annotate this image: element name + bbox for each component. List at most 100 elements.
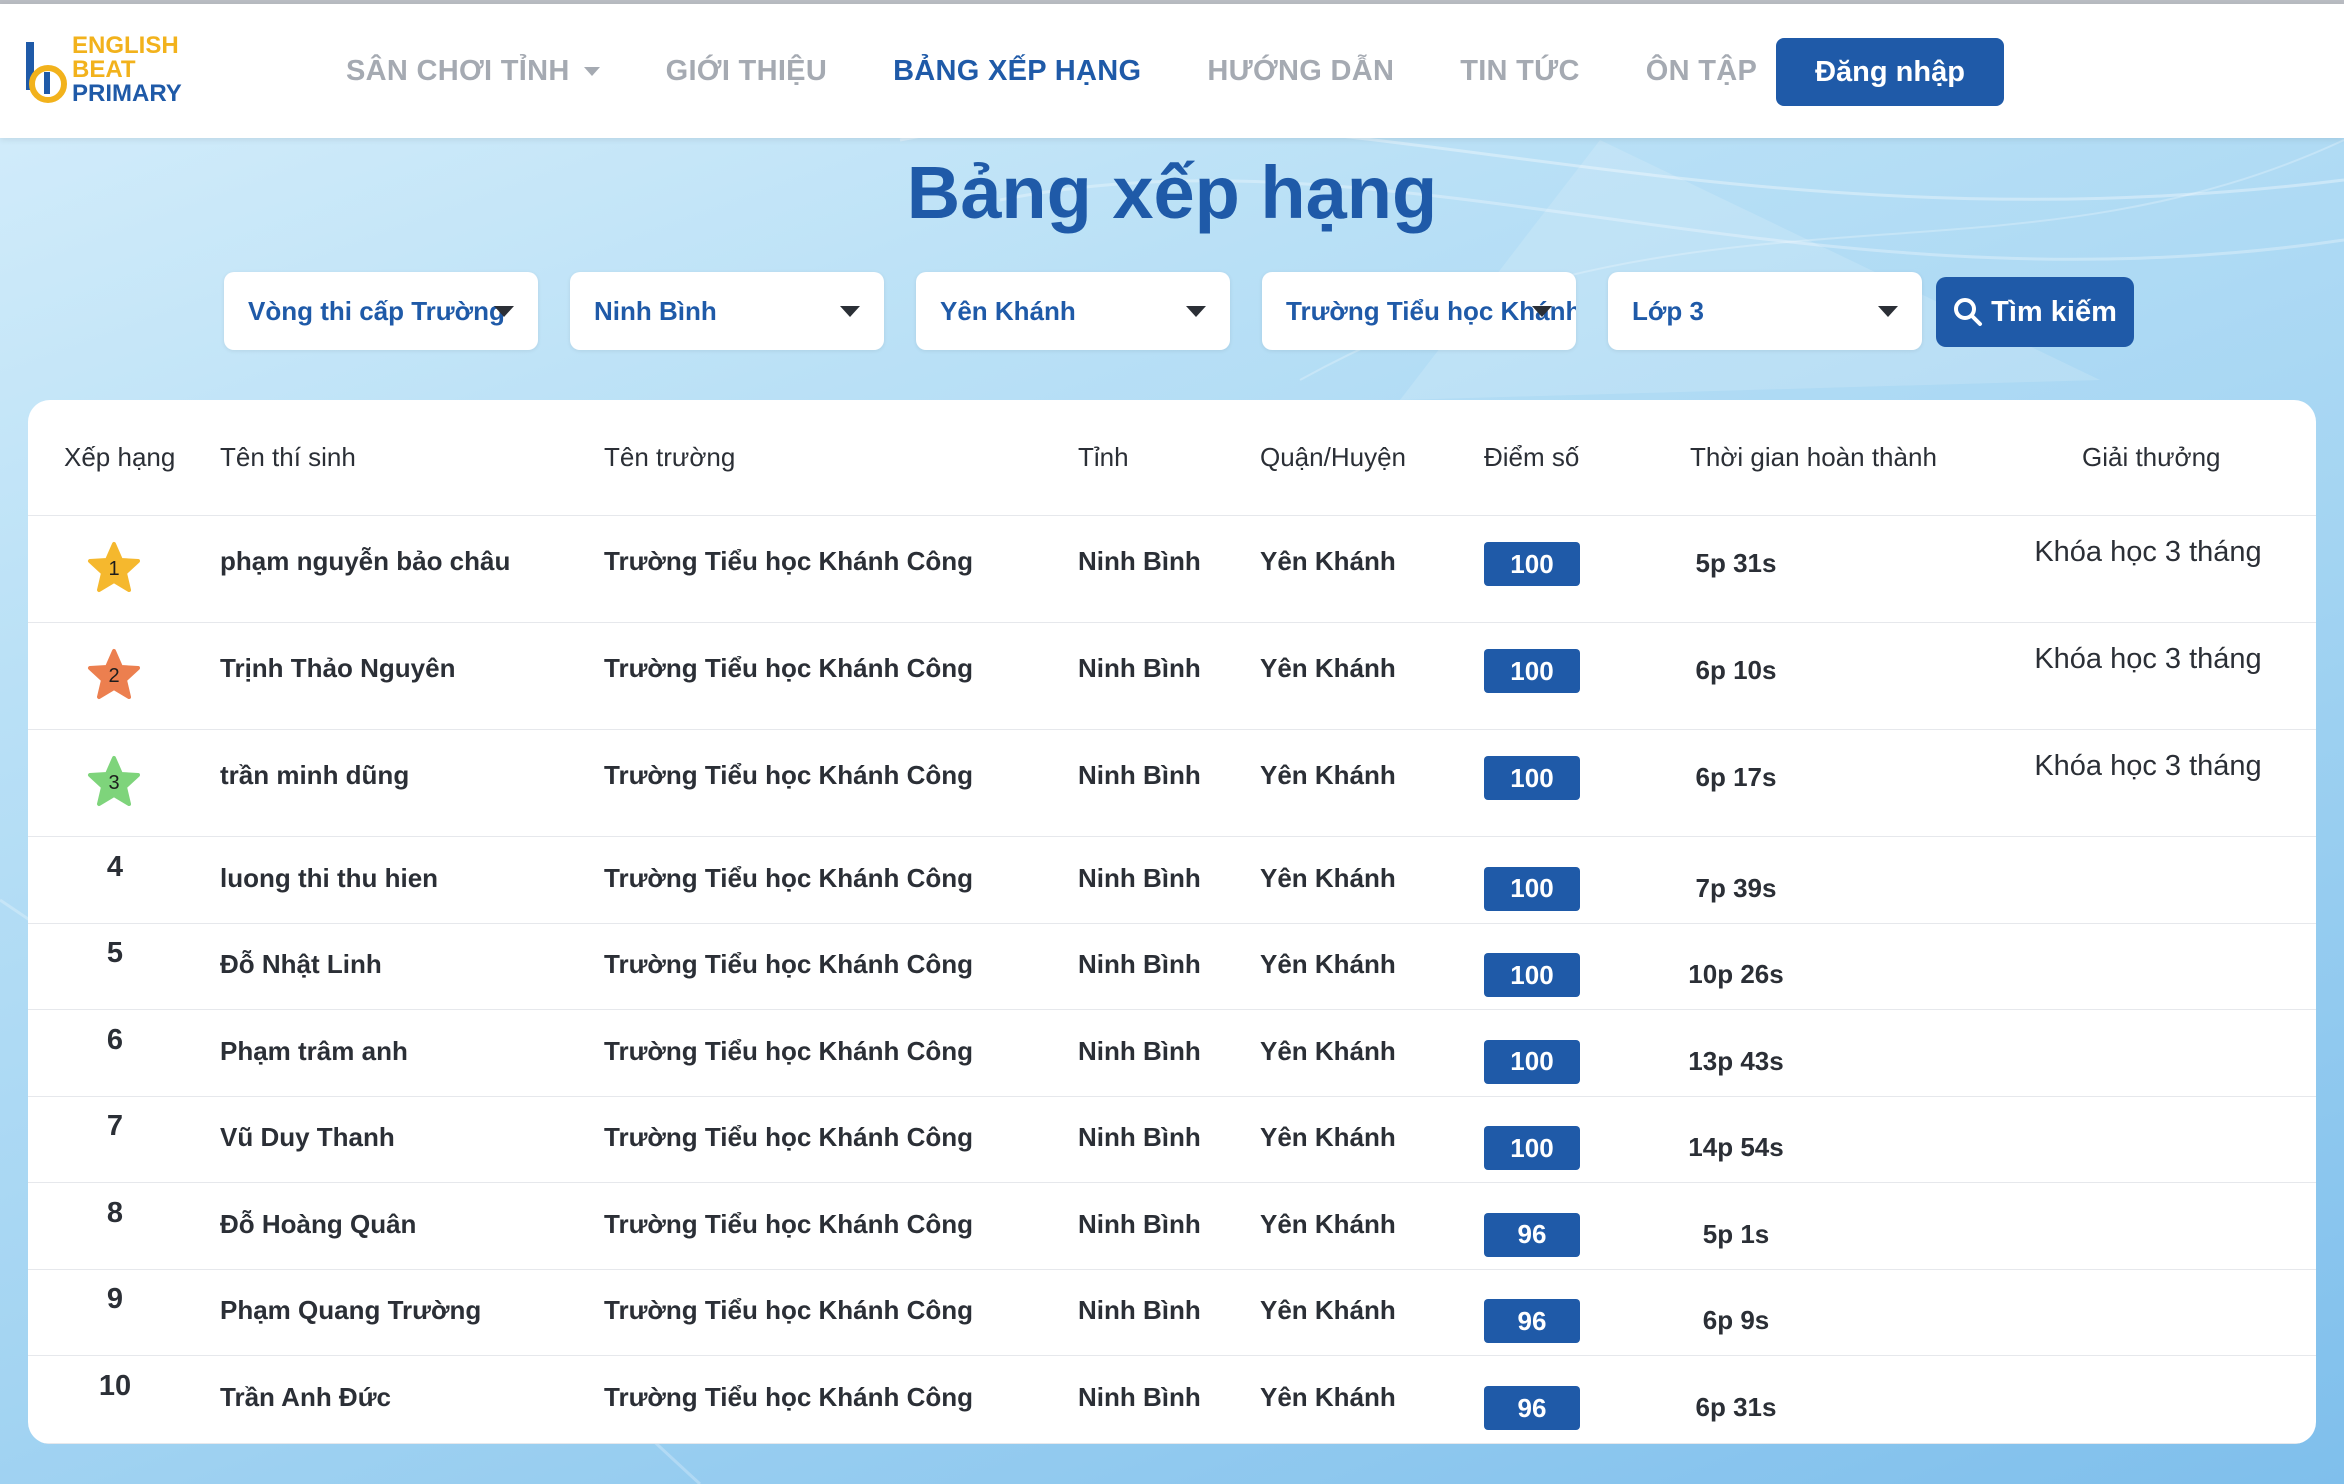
score-badge: 100	[1484, 1126, 1580, 1170]
rank-number: 10	[98, 1370, 132, 1402]
chevron-down-icon	[1532, 306, 1552, 317]
province-name: Ninh Bình	[1078, 1382, 1201, 1412]
header-score: Điểm số	[1484, 442, 1580, 472]
district-name: Yên Khánh	[1260, 1208, 1396, 1239]
district-name: Yên Khánh	[1260, 653, 1396, 683]
nav-item-label: SÂN CHƠI TỈNH	[346, 54, 570, 87]
nav-item-huong-dan[interactable]: HƯỚNG DẪN	[1207, 55, 1394, 88]
table-header: Xếp hạng Tên thí sinh Tên trường Tỉnh Qu…	[28, 400, 2316, 516]
district-name: Yên Khánh	[1260, 1295, 1396, 1325]
nav-item-on-tap[interactable]: ÔN TẬP	[1646, 55, 1757, 88]
district-name: Yên Khánh	[1260, 862, 1396, 893]
district-name: Yên Khánh	[1260, 546, 1396, 576]
district-name: Yên Khánh	[1260, 1122, 1396, 1152]
logo-text: ENGLISH BEAT PRIMARY	[72, 34, 182, 106]
contestant-name: Trịnh Thảo Nguyên	[220, 653, 456, 683]
score-badge: 96	[1484, 1386, 1580, 1430]
table-row: 7 Vũ Duy Thanh Trường Tiểu học Khánh Công N…	[28, 1097, 2316, 1183]
district-select[interactable]: Yên Khánh	[916, 272, 1230, 350]
rank-star: 1	[86, 540, 142, 596]
table-row: 10 Trần Anh Đức Trường Tiểu học Khánh Công…	[28, 1356, 2316, 1444]
grade-select[interactable]: Lớp 3	[1608, 272, 1922, 350]
score-badge: 100	[1484, 953, 1580, 997]
district-name: Yên Khánh	[1260, 1382, 1396, 1412]
nav-item-tin-tuc[interactable]: TIN TỨC	[1460, 55, 1580, 88]
search-icon	[1954, 298, 1983, 326]
header-rank: Xếp hạng	[64, 442, 176, 472]
contestant-name: luong thi thu hien	[220, 862, 439, 893]
school-name: Trường Tiểu học Khánh Công	[604, 862, 974, 893]
completion-time: 5p 1s	[1702, 1218, 1770, 1249]
header-prize: Giải thưởng	[2082, 442, 2221, 472]
nav-item-bang-xep-hang[interactable]: BẢNG XẾP HẠNG	[893, 55, 1141, 88]
table-row: 3 trần minh dũng Trường Tiểu học Khánh Côn…	[28, 730, 2316, 837]
search-button[interactable]: Tìm kiếm	[1936, 277, 2134, 347]
leaderboard-table: Xếp hạng Tên thí sinh Tên trường Tỉnh Qu…	[28, 400, 2316, 1444]
school-name: Trường Tiểu học Khánh Công	[604, 760, 974, 790]
rank-number: 2	[108, 665, 120, 687]
school-name: Trường Tiểu học Khánh Công	[604, 1122, 974, 1152]
province-name: Ninh Bình	[1078, 546, 1201, 576]
table-row: 8 Đỗ Hoàng Quân Trường Tiểu học Khánh Công…	[28, 1183, 2316, 1270]
table-row: 9 Phạm Quang Trường Trường Tiểu học Khánh …	[28, 1270, 2316, 1356]
score-badge: 96	[1484, 1299, 1580, 1343]
province-name: Ninh Bình	[1078, 1208, 1201, 1239]
nav-item-label: TIN TỨC	[1460, 54, 1580, 87]
province-name: Ninh Bình	[1078, 1122, 1201, 1152]
completion-time: 6p 9s	[1702, 1305, 1770, 1335]
contestant-name: Đỗ Nhật Linh	[220, 949, 382, 979]
school-select[interactable]: Trường Tiểu học Khánh	[1262, 272, 1576, 350]
score-badge: 100	[1484, 866, 1580, 911]
nav-item-label: GIỚI THIỆU	[665, 54, 828, 87]
contestant-name: Phạm trâm anh	[220, 1035, 408, 1066]
school-name: Trường Tiểu học Khánh Công	[604, 653, 974, 683]
school-name: Trường Tiểu học Khánh Công	[604, 949, 974, 979]
main-nav: SÂN CHƠI TỈNH GIỚI THIỆU BẢNG XẾP HẠNG H…	[346, 4, 1823, 138]
round-select-value: Vòng thi cấp Trường	[248, 295, 505, 326]
completion-time: 7p 39s	[1695, 872, 1777, 903]
school-name: Trường Tiểu học Khánh Công	[604, 1035, 974, 1066]
header-school: Tên trường	[604, 442, 736, 472]
district-name: Yên Khánh	[1260, 760, 1396, 790]
nav-item-label: BẢNG XẾP HẠNG	[893, 54, 1142, 87]
contestant-name: Đỗ Hoàng Quân	[220, 1208, 417, 1239]
rank-star: 2	[86, 647, 142, 703]
login-button[interactable]: Đăng nhập	[1776, 38, 2004, 106]
province-name: Ninh Bình	[1078, 949, 1201, 979]
province-select-value: Ninh Bình	[594, 295, 717, 326]
school-name: Trường Tiểu học Khánh Công	[604, 546, 974, 576]
header-name: Tên thí sinh	[220, 442, 356, 472]
prize: Khóa học 3 tháng	[2034, 643, 2262, 675]
header-time: Thời gian hoàn thành	[1690, 442, 1937, 472]
school-name: Trường Tiểu học Khánh Công	[604, 1295, 974, 1325]
table-row: 5 Đỗ Nhật Linh Trường Tiểu học Khánh Công N…	[28, 924, 2316, 1010]
rank-number: 1	[108, 558, 120, 580]
rank-number: 8	[106, 1196, 124, 1229]
province-select[interactable]: Ninh Bình	[570, 272, 884, 350]
province-name: Ninh Bình	[1078, 1035, 1201, 1066]
province-name: Ninh Bình	[1078, 760, 1201, 790]
rank-number: 6	[106, 1023, 124, 1056]
district-name: Yên Khánh	[1260, 1035, 1396, 1066]
nav-item-gioi-thieu[interactable]: GIỚI THIỆU	[666, 55, 827, 88]
chevron-down-icon	[494, 306, 514, 317]
logo-line-1: ENGLISH	[72, 32, 179, 59]
nav-item-san-choi-tinh[interactable]: SÂN CHƠI TỈNH	[346, 55, 600, 88]
completion-time: 6p 31s	[1695, 1392, 1777, 1422]
rank-number: 3	[108, 772, 120, 794]
rank-star: 3	[86, 754, 142, 810]
round-select[interactable]: Vòng thi cấp Trường	[224, 272, 538, 350]
district-select-value: Yên Khánh	[940, 295, 1076, 326]
completion-time: 5p 31s	[1695, 548, 1777, 578]
logo[interactable]: ENGLISH BEAT PRIMARY	[24, 32, 184, 112]
contestant-name: phạm nguyễn bảo châu	[220, 546, 511, 576]
score-badge: 100	[1484, 756, 1580, 800]
province-name: Ninh Bình	[1078, 862, 1201, 893]
completion-time: 10p 26s	[1688, 959, 1784, 989]
chevron-down-icon	[1186, 306, 1206, 317]
school-name: Trường Tiểu học Khánh Công	[604, 1382, 974, 1412]
header-province: Tỉnh	[1078, 442, 1129, 472]
rank-number: 7	[106, 1110, 124, 1142]
logo-icon	[26, 42, 67, 103]
district-name: Yên Khánh	[1260, 949, 1396, 979]
